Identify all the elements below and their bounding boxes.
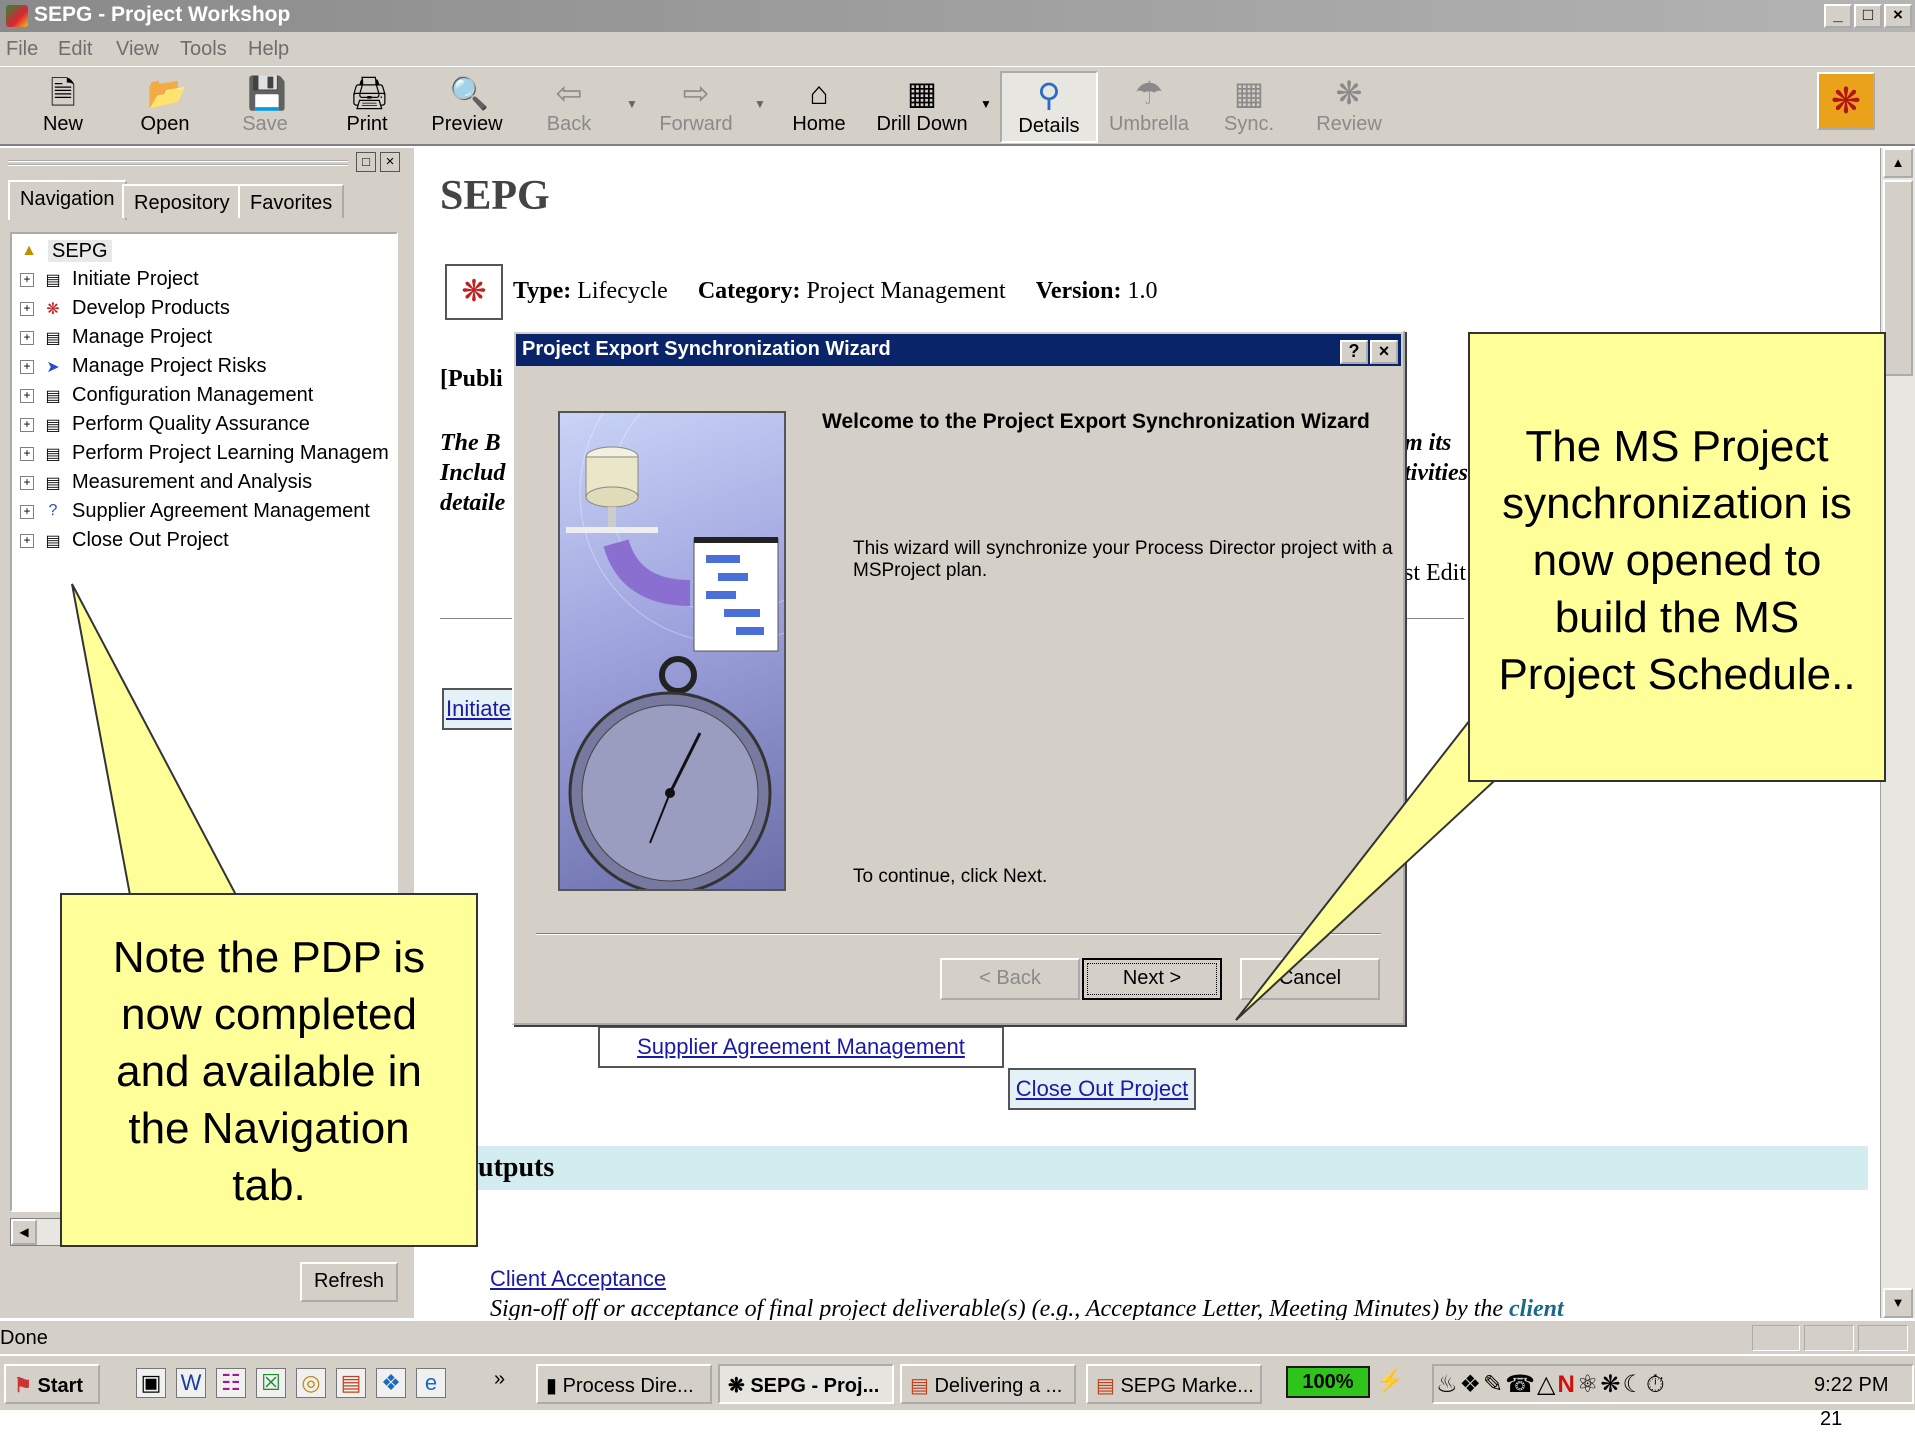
page-number: 21 xyxy=(1820,1408,1843,1430)
powerpoint-icon[interactable]: ▤ xyxy=(336,1368,366,1398)
status-panel xyxy=(1858,1325,1908,1351)
outlook-icon[interactable]: ◎ xyxy=(296,1368,326,1398)
status-text: Done xyxy=(0,1327,48,1349)
task-label: Process Dire... xyxy=(562,1375,694,1397)
left-callout-pointer xyxy=(71,583,238,896)
clock[interactable]: 9:22 PM xyxy=(1814,1374,1888,1397)
left-annotation-callout: Note the PDP is now completed and availa… xyxy=(60,893,478,1247)
process-director-icon: ▮ xyxy=(546,1375,558,1397)
windows-logo-icon: ⚑ xyxy=(14,1375,32,1397)
taskbar-delivering[interactable]: ▤ Delivering a ... xyxy=(900,1364,1076,1404)
task-label: SEPG - Proj... xyxy=(750,1375,880,1397)
start-label: Start xyxy=(37,1375,84,1397)
messenger-icon[interactable]: ❖ xyxy=(376,1368,406,1398)
task-label: Delivering a ... xyxy=(934,1375,1063,1397)
start-button[interactable]: ⚑ Start xyxy=(4,1364,100,1404)
taskbar-process-director[interactable]: ▮ Process Dire... xyxy=(536,1364,712,1404)
sepg-icon: ❋ xyxy=(728,1375,745,1397)
power-plug-icon[interactable]: ⚡ xyxy=(1376,1368,1403,1394)
quick-launch-more-icon[interactable]: » xyxy=(494,1368,505,1391)
right-annotation-callout: The MS Project synchronization is now op… xyxy=(1468,332,1886,782)
taskbar-sepg-marketing[interactable]: ▤ SEPG Marke... xyxy=(1086,1364,1262,1404)
internet-explorer-icon[interactable]: e xyxy=(416,1368,446,1398)
task-label: SEPG Marke... xyxy=(1120,1375,1254,1397)
powerpoint-doc-icon: ▤ xyxy=(910,1375,929,1397)
system-tray: ♨❖✎☎△N⚛❋☾⏱ 9:22 PM xyxy=(1432,1364,1914,1404)
status-bar: Done xyxy=(0,1320,1915,1354)
taskbar: ⚑ Start ▣ W ☷ ☒ ◎ ▤ ❖ e » ▮ Process Dire… xyxy=(0,1354,1915,1410)
taskbar-sepg-workshop[interactable]: ❋ SEPG - Proj... xyxy=(718,1364,894,1404)
access-icon[interactable]: ☷ xyxy=(216,1368,246,1398)
tray-icons[interactable]: ♨❖✎☎△N⚛❋☾⏱ xyxy=(1436,1370,1667,1399)
status-panel xyxy=(1752,1325,1800,1351)
powerpoint-doc-icon: ▤ xyxy=(1096,1375,1115,1397)
word-icon[interactable]: W xyxy=(176,1368,206,1398)
right-annotation-text: The MS Project synchronization is now op… xyxy=(1498,422,1856,699)
status-panel xyxy=(1804,1325,1854,1351)
left-annotation-text: Note the PDP is now completed and availa… xyxy=(112,933,426,1210)
battery-percentage[interactable]: 100% xyxy=(1286,1366,1370,1398)
excel-icon[interactable]: ☒ xyxy=(256,1368,286,1398)
desktop-icon[interactable]: ▣ xyxy=(136,1368,166,1398)
